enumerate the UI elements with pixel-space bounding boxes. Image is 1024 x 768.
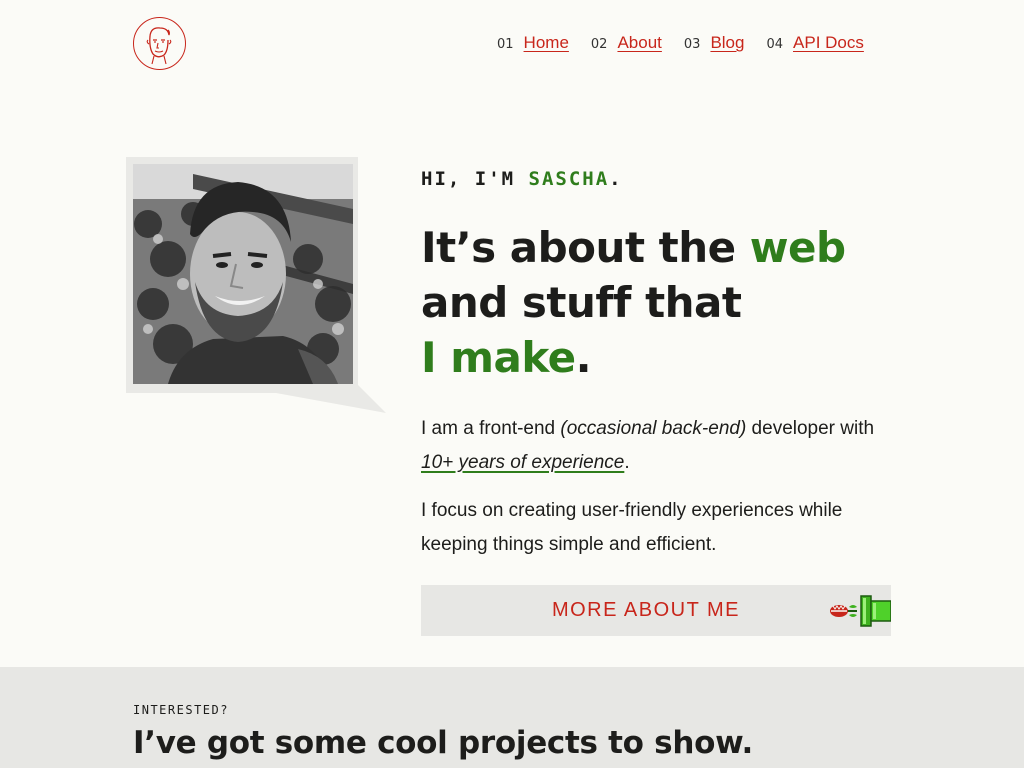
nav-link-api-docs[interactable]: API Docs xyxy=(793,33,864,53)
nav-item-api-docs[interactable]: 04 API Docs xyxy=(766,33,863,53)
greeting-name: SASCHA xyxy=(528,168,610,190)
cta-label: MORE ABOUT ME xyxy=(551,599,741,621)
speech-bubble-tail xyxy=(126,385,386,413)
headline-line-1: It’s about the xyxy=(421,223,750,272)
projects-section: INTERESTED? I’ve got some cool projects … xyxy=(0,667,1024,768)
nav-number: 04 xyxy=(766,37,784,52)
logo-avatar-icon[interactable] xyxy=(133,17,186,70)
piranha-plant-pipe-icon xyxy=(830,595,891,627)
main-nav: 01 Home 02 About 03 Blog 04 API Docs xyxy=(497,33,864,53)
headline-accent-web: web xyxy=(749,223,846,272)
experience-link[interactable]: 10+ years of experience xyxy=(421,452,624,473)
nav-link-about[interactable]: About xyxy=(617,33,661,53)
bio-text: developer with xyxy=(746,418,875,439)
nav-number: 01 xyxy=(497,37,514,52)
bio-paragraph-1: I am a front-end (occasional back-end) d… xyxy=(421,412,901,480)
portrait-photo xyxy=(133,164,353,384)
nav-link-blog[interactable]: Blog xyxy=(710,33,744,53)
greeting-suffix: . xyxy=(609,168,623,190)
bio-text: . xyxy=(624,452,630,473)
nav-number: 02 xyxy=(590,37,608,52)
greeting: HI, I'M SASCHA. xyxy=(421,168,623,190)
nav-number: 03 xyxy=(683,37,701,52)
greeting-prefix: HI, I'M xyxy=(421,168,529,190)
nav-link-home[interactable]: Home xyxy=(524,33,569,53)
page-headline: It’s about the web and stuff that I make… xyxy=(421,220,891,385)
bio-emphasis: (occasional back-end) xyxy=(560,418,747,439)
bio-paragraph-2: I focus on creating user-friendly experi… xyxy=(421,500,843,555)
headline-line-2: and stuff that xyxy=(421,278,742,327)
section-eyebrow: INTERESTED? xyxy=(133,703,229,717)
nav-item-home[interactable]: 01 Home xyxy=(497,33,569,53)
headline-period: . xyxy=(575,333,592,382)
bio-text: I am a front-end xyxy=(421,418,561,439)
section-title: I’ve got some cool projects to show. xyxy=(133,725,753,761)
headline-accent-i-make: I make xyxy=(421,333,576,382)
nav-item-about[interactable]: 02 About xyxy=(591,33,662,53)
more-about-me-button[interactable]: MORE ABOUT ME xyxy=(421,585,891,636)
nav-item-blog[interactable]: 03 Blog xyxy=(684,33,745,53)
